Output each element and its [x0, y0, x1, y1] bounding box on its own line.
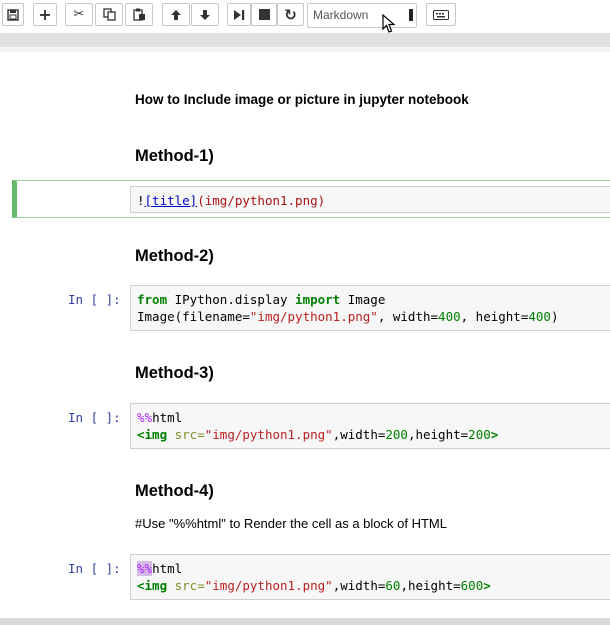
method4-note: #Use "%%html" to Render the cell as a bl…: [135, 516, 447, 531]
md-link-text: [title]: [144, 193, 198, 208]
interrupt-button[interactable]: [251, 3, 277, 26]
insert-cell-button[interactable]: +: [33, 3, 57, 26]
chevron-down-icon: [409, 9, 413, 21]
keyboard-button[interactable]: [426, 3, 456, 26]
copy-icon: [102, 8, 116, 21]
cell-prompt: In [ ]:: [68, 410, 121, 425]
method4-heading: Method-4): [135, 482, 214, 500]
method2-heading: Method-2): [135, 247, 214, 265]
code-cell-method3[interactable]: %%html <img src="img/python1.png",width=…: [130, 403, 610, 449]
method1-heading: Method-1): [135, 147, 214, 165]
code-keyword: from: [137, 292, 168, 307]
refresh-icon: ↻: [284, 5, 297, 24]
code-number: 200: [385, 427, 408, 442]
copy-button[interactable]: [95, 3, 123, 26]
toolbar-separator: [0, 33, 610, 47]
page-bottom-edge: [0, 618, 610, 625]
code-tag: <img: [137, 578, 168, 593]
run-button[interactable]: [227, 3, 251, 26]
code-text: html: [152, 561, 183, 576]
code-text: ,width=: [332, 427, 386, 442]
code-cell-method4[interactable]: %%html <img src="img/python1.png",width=…: [130, 554, 610, 600]
code-tag: >: [490, 427, 499, 442]
cut-button[interactable]: ✂: [65, 3, 93, 26]
code-text: , width=: [377, 309, 439, 324]
code-number: 60: [385, 578, 401, 593]
code-number: 200: [468, 427, 491, 442]
code-magic: %%: [137, 561, 153, 576]
code-keyword: import: [295, 292, 341, 307]
notebook-toolbar: + ✂ ↻ Markdown: [0, 0, 610, 33]
code-attr: src=: [167, 578, 205, 593]
move-down-button[interactable]: [191, 3, 219, 26]
code-number: 400: [528, 309, 551, 324]
md-bang: !: [137, 193, 145, 208]
arrow-down-icon: [200, 9, 210, 20]
notebook-page: [0, 52, 610, 618]
code-cell-method2[interactable]: from IPython.display import Image Image(…: [130, 285, 610, 331]
markdown-editor[interactable]: ![title](img/python1.png): [130, 186, 610, 213]
stop-icon: [258, 9, 270, 20]
code-text: Image(filename=: [137, 309, 250, 324]
keyboard-icon: [433, 9, 449, 20]
mouse-cursor-icon: [382, 14, 396, 33]
move-up-button[interactable]: [162, 3, 190, 26]
code-string: "img/python1.png": [249, 309, 378, 324]
save-icon: [7, 8, 19, 21]
code-text: ,height=: [400, 578, 461, 593]
code-attr: src=: [167, 427, 205, 442]
code-string: "img/python1.png": [204, 578, 333, 593]
md-link-url: (img/python1.png): [197, 193, 326, 208]
cell-type-value: Markdown: [313, 8, 369, 22]
plus-icon: +: [38, 5, 52, 24]
code-text: Image: [340, 292, 386, 307]
save-button[interactable]: [2, 3, 24, 26]
code-text: html: [152, 410, 183, 425]
cell-prompt: In [ ]:: [68, 292, 121, 307]
code-magic: %%: [137, 410, 153, 425]
code-text: IPython.display: [167, 292, 296, 307]
code-number: 600: [460, 578, 484, 593]
notebook-subtitle: How to Include image or picture in jupyt…: [135, 92, 469, 107]
scissors-icon: ✂: [73, 7, 85, 22]
code-tag: >: [483, 578, 491, 593]
paste-button[interactable]: [125, 3, 153, 26]
method3-heading: Method-3): [135, 364, 214, 382]
restart-button[interactable]: ↻: [277, 3, 304, 26]
code-tag: <img: [137, 427, 168, 442]
cell-type-select[interactable]: Markdown: [307, 3, 417, 28]
arrow-up-icon: [171, 9, 181, 20]
code-string: "img/python1.png": [204, 427, 333, 442]
code-text: ,height=: [407, 427, 469, 442]
code-text: ): [550, 309, 559, 324]
code-text: ,width=: [332, 578, 386, 593]
cell-prompt: In [ ]:: [68, 561, 121, 576]
paste-icon: [132, 8, 145, 21]
code-number: 400: [438, 309, 461, 324]
step-forward-icon: [234, 9, 245, 20]
code-text: , height=: [460, 309, 529, 324]
